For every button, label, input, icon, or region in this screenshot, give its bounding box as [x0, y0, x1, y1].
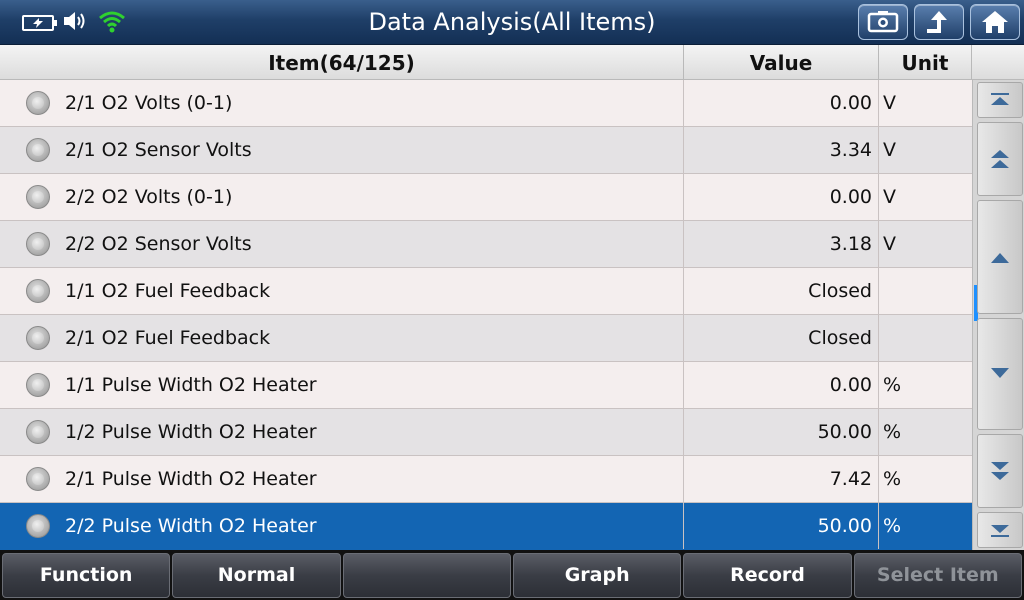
item-value: Closed: [684, 268, 879, 314]
item-name: 2/2 Pulse Width O2 Heater: [65, 515, 317, 537]
table-rows: 2/1 O2 Volts (0-1) 0.00 V 2/1 O2 Sensor …: [0, 80, 972, 550]
item-name: 2/1 O2 Sensor Volts: [65, 139, 252, 161]
item-unit: V: [883, 233, 896, 255]
radio-button[interactable]: [26, 420, 50, 444]
item-name: 2/1 O2 Fuel Feedback: [65, 327, 271, 349]
radio-button[interactable]: [26, 279, 50, 303]
page-up-button[interactable]: [977, 122, 1023, 196]
item-value: 7.42: [684, 456, 879, 502]
item-unit: %: [883, 374, 902, 396]
table-row[interactable]: 1/1 Pulse Width O2 Heater 0.00 %: [0, 362, 972, 409]
item-unit: V: [883, 92, 896, 114]
item-value: 0.00: [684, 80, 879, 126]
table-row[interactable]: 2/2 O2 Sensor Volts 3.18 V: [0, 221, 972, 268]
blank-button[interactable]: [342, 553, 511, 598]
item-value: 3.18: [684, 221, 879, 267]
table-row[interactable]: 1/1 O2 Fuel Feedback Closed: [0, 268, 972, 315]
item-value: Closed: [684, 315, 879, 361]
item-name: 2/1 O2 Volts (0-1): [65, 92, 233, 114]
data-table: Item(64/125) Value Unit 2/1 O2 Volts (0-…: [0, 45, 1024, 550]
home-icon: [982, 11, 1008, 33]
select-item-button[interactable]: Select Item: [853, 553, 1022, 598]
item-name: 2/1 Pulse Width O2 Heater: [65, 468, 317, 490]
page-down-icon: [991, 462, 1009, 480]
page-down-button[interactable]: [977, 434, 1023, 508]
radio-button[interactable]: [26, 232, 50, 256]
radio-button[interactable]: [26, 326, 50, 350]
screenshot-icon: [867, 11, 899, 33]
scroll-up-button[interactable]: [977, 200, 1023, 314]
back-icon: [927, 11, 947, 33]
column-header-unit: Unit: [879, 45, 972, 80]
back-button[interactable]: [914, 4, 964, 40]
item-value: 50.00: [684, 409, 879, 455]
item-name: 2/2 O2 Volts (0-1): [65, 186, 233, 208]
item-value: 50.00: [684, 503, 879, 549]
radio-button[interactable]: [26, 185, 50, 209]
table-row[interactable]: 2/1 O2 Fuel Feedback Closed: [0, 315, 972, 362]
table-header: Item(64/125) Value Unit: [0, 45, 1024, 80]
column-header-spacer: [972, 45, 1024, 80]
radio-button[interactable]: [26, 91, 50, 115]
item-unit: %: [883, 515, 902, 537]
screenshot-button[interactable]: [858, 4, 908, 40]
scroll-bottom-icon: [991, 525, 1009, 537]
item-unit: %: [883, 421, 902, 443]
title-bar: Data Analysis(All Items): [0, 0, 1024, 45]
item-name: 2/2 O2 Sensor Volts: [65, 233, 252, 255]
item-value: 0.00: [684, 174, 879, 220]
item-unit: V: [883, 139, 896, 161]
radio-button[interactable]: [26, 467, 50, 491]
line-up-icon: [991, 253, 1009, 263]
record-button[interactable]: Record: [683, 553, 852, 598]
normal-button[interactable]: Normal: [172, 553, 341, 598]
item-name: 1/1 Pulse Width O2 Heater: [65, 374, 317, 396]
item-unit: V: [883, 186, 896, 208]
scroll-bottom-button[interactable]: [977, 512, 1023, 548]
graph-button[interactable]: Graph: [512, 553, 682, 598]
column-header-value: Value: [684, 45, 879, 80]
page-up-icon: [991, 150, 1009, 168]
table-row[interactable]: 2/1 O2 Volts (0-1) 0.00 V: [0, 80, 972, 127]
item-value: 0.00: [684, 362, 879, 408]
table-row[interactable]: 2/1 Pulse Width O2 Heater 7.42 %: [0, 456, 972, 503]
bottom-toolbar: Function Normal Graph Record Select Item: [0, 550, 1024, 600]
item-value: 3.34: [684, 127, 879, 173]
column-header-item: Item(64/125): [0, 45, 684, 80]
item-unit: %: [883, 468, 902, 490]
radio-button[interactable]: [26, 373, 50, 397]
table-row[interactable]: 1/2 Pulse Width O2 Heater 50.00 %: [0, 409, 972, 456]
item-name: 1/1 O2 Fuel Feedback: [65, 280, 271, 302]
radio-button[interactable]: [26, 138, 50, 162]
scroll-top-icon: [991, 93, 1009, 105]
function-button[interactable]: Function: [2, 553, 171, 598]
scroll-down-button[interactable]: [977, 318, 1023, 430]
line-down-icon: [991, 368, 1009, 378]
table-row[interactable]: 2/2 O2 Volts (0-1) 0.00 V: [0, 174, 972, 221]
item-unit: [879, 268, 972, 314]
radio-button[interactable]: [26, 514, 50, 538]
scroll-top-button[interactable]: [977, 82, 1023, 118]
title-buttons: [858, 4, 1020, 40]
item-unit: [879, 315, 972, 361]
table-row[interactable]: 2/1 O2 Sensor Volts 3.34 V: [0, 127, 972, 174]
table-row-selected[interactable]: 2/2 Pulse Width O2 Heater 50.00 %: [0, 503, 972, 550]
item-name: 1/2 Pulse Width O2 Heater: [65, 421, 317, 443]
scrollbar[interactable]: [972, 80, 1024, 550]
home-button[interactable]: [970, 4, 1020, 40]
